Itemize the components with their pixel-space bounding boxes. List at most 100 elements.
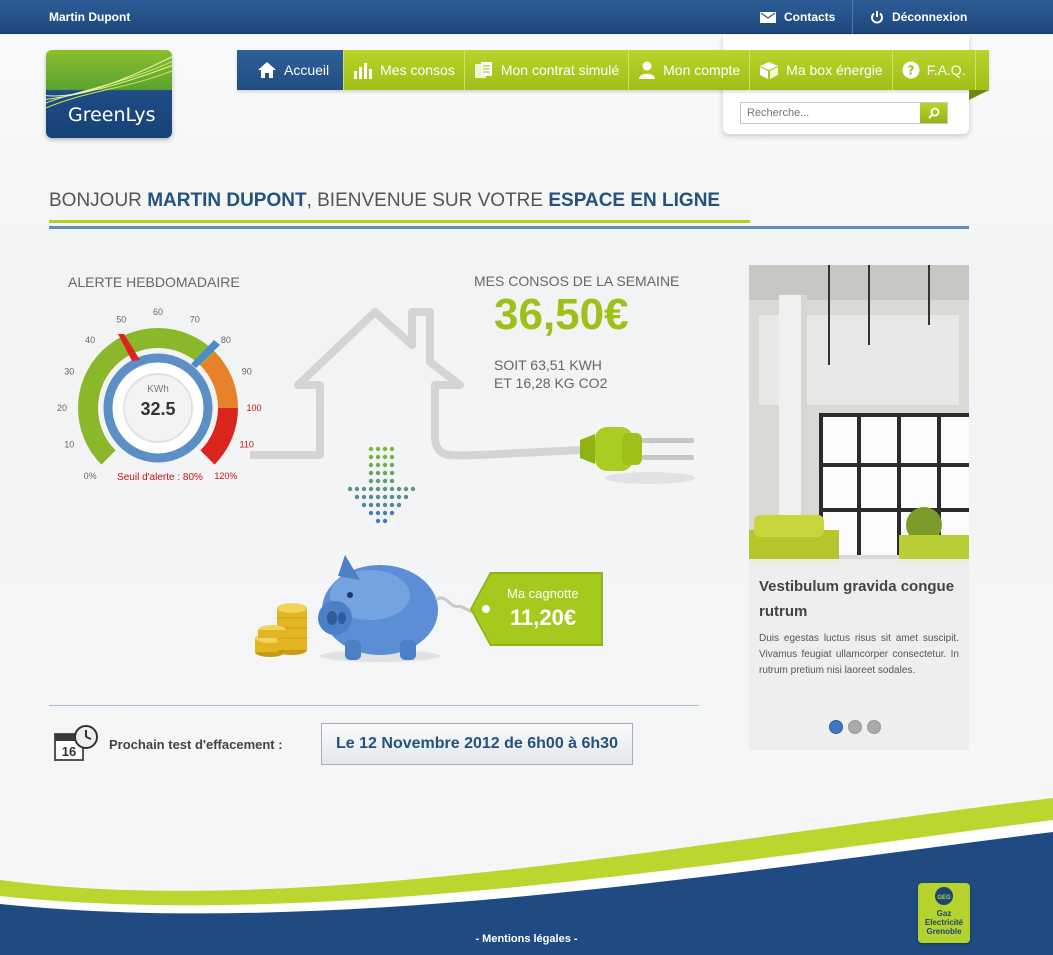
arrow-dot bbox=[389, 510, 395, 516]
arrow-dot bbox=[382, 454, 388, 460]
contacts-label: Contacts bbox=[784, 10, 836, 24]
arrow-dot bbox=[389, 470, 395, 476]
consos-co2: ET 16,28 KG CO2 bbox=[494, 375, 608, 391]
consos-kwh: SOIT 63,51 KWH bbox=[494, 357, 602, 373]
arrow-dot bbox=[375, 518, 381, 524]
user-icon bbox=[639, 61, 656, 79]
arrow-dot bbox=[368, 510, 374, 516]
logout-link[interactable]: Déconnexion bbox=[870, 0, 967, 34]
arrow-dot bbox=[389, 502, 395, 508]
consos-title: MES CONSOS DE LA SEMAINE bbox=[474, 273, 680, 289]
arrow-dot bbox=[375, 502, 381, 508]
arrow-dot bbox=[396, 494, 402, 500]
arrow-dot bbox=[375, 486, 381, 492]
search-input[interactable] bbox=[741, 103, 921, 123]
arrow-dot bbox=[368, 502, 374, 508]
topbar-divider bbox=[852, 0, 853, 34]
welcome-name: MARTIN DUPONT bbox=[147, 190, 307, 211]
nav-item-mes-consos[interactable]: Mes consos bbox=[344, 50, 465, 90]
nav-item-faq[interactable]: ? F.A.Q. bbox=[893, 50, 976, 90]
arrow-dot bbox=[368, 446, 374, 452]
gauge-tick-label: 20 bbox=[57, 403, 67, 413]
arrow-dot bbox=[403, 494, 409, 500]
arrow-dot bbox=[389, 486, 395, 492]
arrow-dot bbox=[375, 462, 381, 468]
nav-item-accueil[interactable]: Accueil bbox=[237, 50, 345, 90]
news-slider[interactable]: Vestibulum gravida congue rutrum Duis eg… bbox=[749, 265, 969, 750]
gauge-tick-label: 70 bbox=[190, 314, 200, 324]
piggy-bank-icon bbox=[255, 555, 473, 662]
documents-icon bbox=[474, 62, 492, 78]
arrow-dot bbox=[389, 478, 395, 484]
arrow-dot bbox=[382, 502, 388, 508]
arrow-dot bbox=[389, 454, 395, 460]
calendar-clock-icon: 16 bbox=[54, 725, 98, 761]
arrow-dot bbox=[403, 486, 409, 492]
slider-text: Duis egestas luctus risus sit amet susci… bbox=[759, 633, 959, 676]
arrow-dot bbox=[354, 494, 360, 500]
arrow-dot bbox=[382, 462, 388, 468]
slider-dot-1[interactable] bbox=[829, 720, 843, 734]
gauge-value: 32.5 bbox=[140, 399, 175, 419]
user-name: Martin Dupont bbox=[49, 10, 131, 24]
footer-wave bbox=[0, 798, 1053, 955]
calendar-day: 16 bbox=[62, 744, 76, 759]
gauge-unit: KWh bbox=[147, 384, 169, 395]
nav-item-mon-contrat[interactable]: Mon contrat simulé bbox=[465, 50, 630, 90]
legal-mentions-link[interactable]: - Mentions légales - bbox=[0, 933, 1053, 945]
nav-item-ma-box[interactable]: Ma box énergie bbox=[750, 50, 893, 90]
gauge-tick-label: 50 bbox=[116, 314, 126, 324]
dotted-arrow-icon bbox=[347, 446, 416, 524]
cagnotte-amount: 11,20€ bbox=[510, 605, 577, 630]
search-box bbox=[740, 102, 948, 124]
geg-logo-text: GEG bbox=[937, 895, 951, 901]
arrow-dot bbox=[368, 486, 374, 492]
gauge-tick-label: 40 bbox=[85, 335, 95, 345]
bar-chart-icon bbox=[354, 63, 373, 79]
welcome-heading: BONJOUR MARTIN DUPONT, BIENVENUE SUR VOT… bbox=[49, 190, 720, 212]
nav-label: Mes consos bbox=[380, 62, 455, 78]
welcome-space: ESPACE EN LIGNE bbox=[548, 190, 721, 211]
gauge-tick-label: 80 bbox=[221, 335, 231, 345]
top-bar: Martin Dupont Contacts Déconnexion bbox=[0, 0, 1053, 34]
arrow-dot bbox=[354, 486, 360, 492]
arrow-dot bbox=[382, 446, 388, 452]
gauge-threshold-label: Seuil d'alerte : 80% bbox=[117, 472, 203, 483]
arrow-dot bbox=[347, 486, 353, 492]
gauge-tick-label: 10 bbox=[64, 440, 74, 450]
slider-dot-3[interactable] bbox=[867, 720, 881, 734]
nav-fold bbox=[969, 90, 989, 100]
envelope-icon bbox=[760, 11, 776, 23]
content-divider bbox=[49, 705, 699, 706]
nav-label: Mon contrat simulé bbox=[500, 62, 620, 78]
arrow-dot bbox=[389, 494, 395, 500]
arrow-dot bbox=[368, 470, 374, 476]
alert-title: ALERTE HEBDOMADAIRE bbox=[68, 274, 240, 290]
arrow-dot bbox=[368, 454, 374, 460]
coins-icon bbox=[255, 603, 307, 657]
gauge-tick-label: 60 bbox=[153, 307, 163, 317]
arrow-dot bbox=[375, 446, 381, 452]
greenlys-logo[interactable]: GreenLys bbox=[46, 50, 172, 138]
arrow-dot bbox=[361, 486, 367, 492]
arrow-dot bbox=[375, 494, 381, 500]
gauge-tick-label: 120% bbox=[214, 471, 237, 481]
welcome-text: BONJOUR bbox=[49, 190, 148, 211]
slider-title: Vestibulum gravida congue rutrum bbox=[759, 578, 955, 620]
gauge-tick-label: 90 bbox=[242, 366, 252, 376]
gauge-tick-label: 100 bbox=[246, 403, 261, 413]
arrow-dot bbox=[396, 502, 402, 508]
arrow-dot bbox=[382, 510, 388, 516]
search-button[interactable] bbox=[920, 103, 947, 123]
nav-item-mon-compte[interactable]: Mon compte bbox=[629, 50, 751, 90]
arrow-dot bbox=[375, 470, 381, 476]
box-icon bbox=[760, 62, 779, 79]
geg-logo[interactable]: GEG Gaz Electricité Grenoble bbox=[918, 883, 970, 943]
welcome-underline-blue bbox=[49, 226, 969, 229]
question-icon: ? bbox=[902, 61, 920, 79]
geg-logo-text: Electricité bbox=[924, 918, 964, 927]
slider-dot-2[interactable] bbox=[848, 720, 862, 734]
svg-text:?: ? bbox=[907, 64, 914, 78]
gauge-tick-label: 110 bbox=[240, 440, 254, 450]
contacts-link[interactable]: Contacts bbox=[760, 0, 835, 34]
